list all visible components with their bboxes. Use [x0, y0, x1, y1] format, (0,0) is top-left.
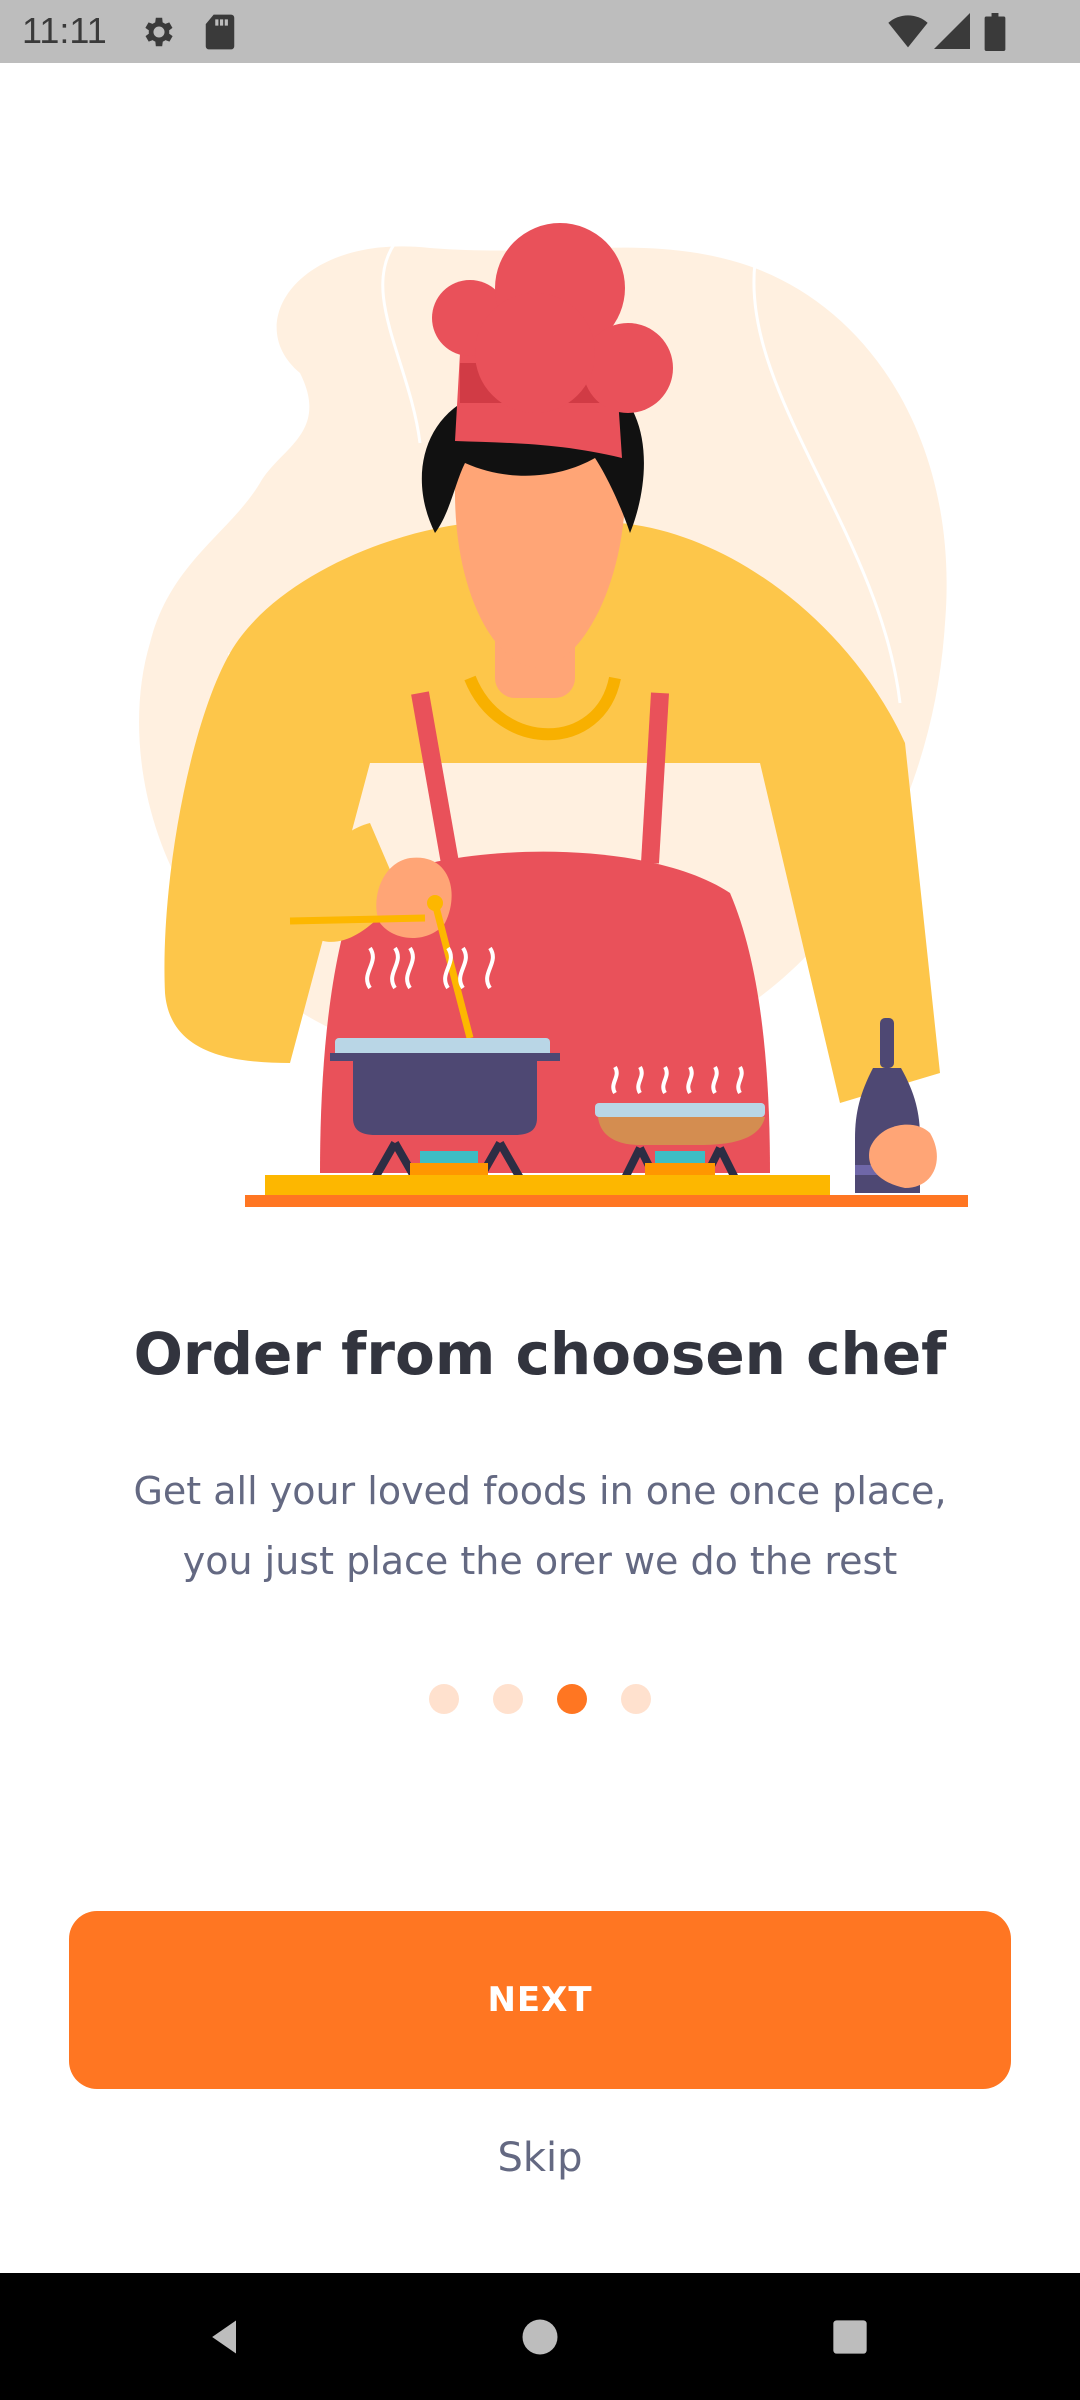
battery-icon	[984, 13, 1006, 55]
page-indicator	[0, 1684, 1080, 1714]
sd-card-icon	[203, 13, 237, 55]
recents-icon[interactable]	[790, 2273, 910, 2400]
navigation-bar	[0, 2273, 1080, 2400]
next-button[interactable]: NEXT	[69, 1911, 1011, 2089]
wifi-icon	[888, 13, 928, 53]
onboarding-title: Order from choosen chef	[133, 1320, 947, 1388]
subtitle-line-1: Get all your loved foods in one once pla…	[133, 1469, 947, 1513]
status-bar: 11:11	[0, 0, 1080, 63]
home-icon[interactable]	[480, 2273, 600, 2400]
chef-cooking-illustration	[0, 63, 1080, 1217]
onboarding-subtitle: Get all your loved foods in one once pla…	[60, 1456, 1020, 1596]
skip-link[interactable]: Skip	[0, 2135, 1080, 2181]
subtitle-line-2: you just place the orer we do the rest	[182, 1539, 898, 1583]
settings-icon	[140, 13, 178, 55]
cellular-signal-icon	[934, 13, 970, 53]
back-icon[interactable]	[165, 2273, 285, 2400]
page-dot-3-active	[557, 1684, 587, 1714]
status-time: 11:11	[22, 10, 107, 51]
page-dot-2	[493, 1684, 523, 1714]
page-dot-4	[621, 1684, 651, 1714]
page-dot-1	[429, 1684, 459, 1714]
